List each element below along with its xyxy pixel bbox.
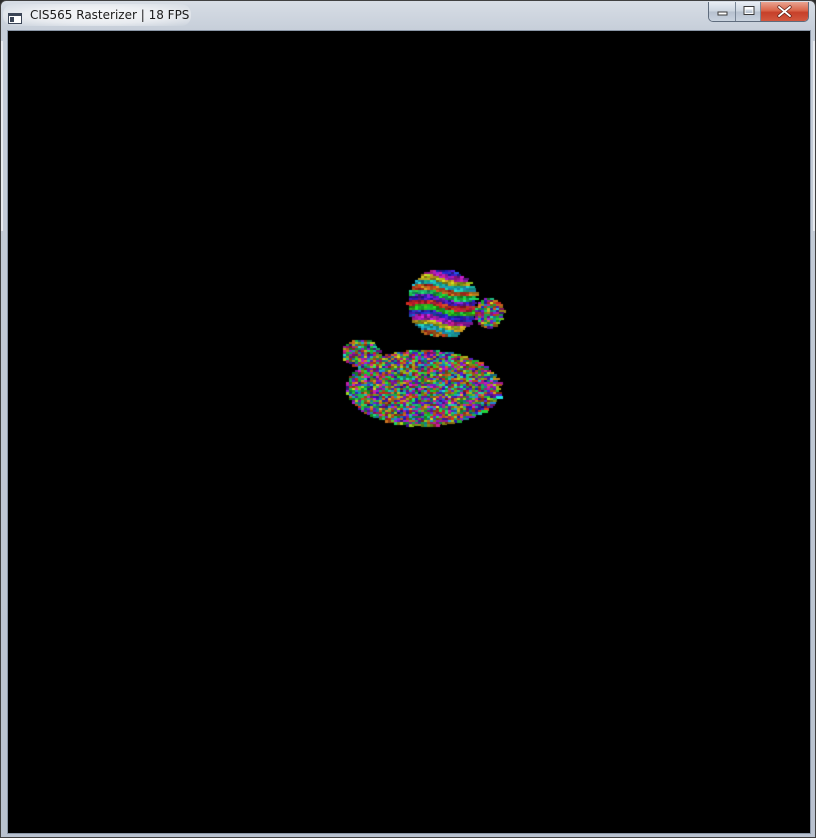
frame-highlight-left [1,41,3,231]
client-area-frame [7,30,811,834]
rendered-duck-model [9,32,809,832]
window-title: CIS565 Rasterizer | 18 FPS [30,8,190,22]
minimize-icon [717,11,728,16]
close-button[interactable] [761,2,808,21]
title-bar[interactable]: CIS565 Rasterizer | 18 FPS [1,1,815,30]
render-viewport[interactable] [9,32,809,832]
maximize-icon [743,6,755,15]
caption-buttons [708,2,809,22]
close-icon [777,5,792,18]
app-window: CIS565 Rasterizer | 18 FPS [0,0,816,838]
app-window-icon[interactable] [8,9,22,24]
minimize-button[interactable] [709,2,736,21]
frame-highlight-right [813,41,815,231]
maximize-button[interactable] [736,2,761,21]
